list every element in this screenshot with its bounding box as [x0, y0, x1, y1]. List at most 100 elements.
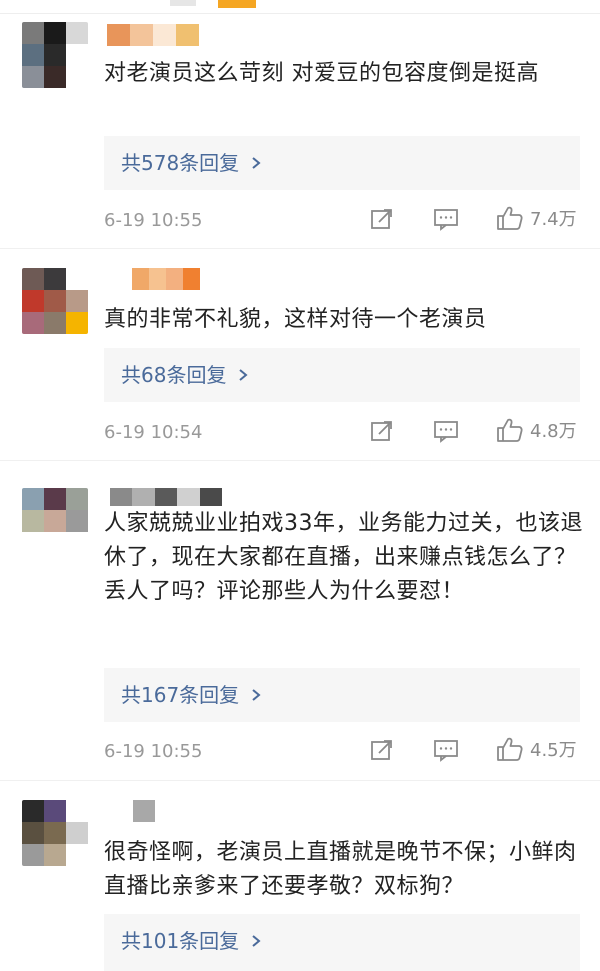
reply-count-label: 共101条回复	[121, 929, 240, 953]
comment-icon	[434, 421, 458, 443]
thumbs-up-icon	[497, 418, 523, 442]
avatar-mosaic-cell	[66, 312, 88, 334]
top-edge-fragment	[218, 0, 256, 8]
comment-button[interactable]	[433, 738, 459, 762]
username-mosaic-cell	[154, 488, 178, 506]
username-mosaic-cell	[132, 268, 149, 290]
username-mosaic-cell	[149, 268, 166, 290]
avatar-mosaic-cell	[44, 800, 66, 822]
avatar-mosaic-cell	[66, 290, 88, 312]
reply-box[interactable]: 共68条回复	[104, 348, 580, 402]
reply-count-label: 共578条回复	[121, 151, 240, 175]
username-mosaic-cell	[132, 488, 155, 506]
avatar-mosaic-cell	[44, 488, 66, 510]
comment-button[interactable]	[433, 207, 459, 231]
like-button[interactable]: 7.4万	[496, 205, 577, 231]
chevron-right-icon	[252, 935, 261, 947]
view-replies-link[interactable]: 共167条回复	[121, 682, 263, 708]
comment-text: 真的非常不礼貌，这样对待一个老演员	[104, 307, 487, 332]
avatar-mosaic-cell	[66, 844, 88, 866]
chevron-right-icon	[252, 689, 261, 701]
thumbs-up-icon	[497, 737, 523, 761]
reply-box[interactable]: 共167条回复	[104, 668, 580, 722]
avatar-mosaic-cell	[66, 510, 88, 532]
chevron-right-icon	[252, 157, 261, 169]
username-mosaic-cell	[199, 488, 223, 506]
avatar-mosaic-cell	[66, 822, 88, 844]
top-edge	[0, 0, 600, 14]
thumbs-up-icon	[497, 206, 523, 230]
avatar[interactable]	[22, 800, 88, 866]
share-icon	[371, 740, 392, 760]
view-replies-link[interactable]: 共101条回复	[121, 928, 263, 954]
divider	[0, 460, 600, 461]
like-count: 4.5万	[530, 740, 577, 761]
username-blurred[interactable]	[107, 24, 199, 46]
share-button[interactable]	[370, 419, 394, 443]
share-button[interactable]	[370, 207, 394, 231]
comment-text: 很奇怪啊，老演员上直播就是晚节不保；小鲜肉直播比亲爹来了还要孝敬？双标狗？	[104, 840, 577, 899]
chevron-right-icon	[239, 369, 249, 381]
comment-icon	[434, 209, 458, 231]
reply-count-label: 共167条回复	[121, 683, 240, 707]
avatar-mosaic-cell	[44, 44, 66, 66]
like-button[interactable]: 4.8万	[496, 417, 577, 443]
avatar-mosaic-cell	[44, 268, 66, 290]
avatar-mosaic-cell	[44, 532, 66, 554]
avatar-mosaic-cell	[66, 22, 88, 44]
avatar-mosaic-cell	[66, 268, 88, 290]
avatar-mosaic-cell	[22, 844, 44, 866]
reply-box[interactable]: 共578条回复	[104, 136, 580, 190]
avatar-mosaic-cell	[66, 488, 88, 510]
avatar[interactable]	[22, 268, 88, 334]
avatar-mosaic-cell	[66, 66, 88, 88]
username-mosaic-cell	[166, 268, 183, 290]
share-icon	[371, 209, 392, 229]
avatar-mosaic-cell	[22, 532, 44, 554]
username-mosaic-cell	[110, 488, 133, 506]
divider	[0, 13, 600, 14]
reply-count-label: 共68条回复	[121, 363, 227, 387]
username-blurred[interactable]	[133, 800, 155, 822]
username-mosaic-cell	[107, 24, 130, 46]
avatar-mosaic-cell	[66, 800, 88, 822]
comment-button[interactable]	[433, 419, 459, 443]
username-mosaic-cell	[133, 800, 155, 822]
avatar-mosaic-cell	[44, 510, 66, 532]
like-count: 7.4万	[530, 209, 577, 230]
timestamp: 6-19 10:54	[104, 422, 203, 443]
avatar-mosaic-cell	[44, 312, 66, 334]
avatar-mosaic-cell	[22, 510, 44, 532]
username-mosaic-cell	[177, 488, 200, 506]
top-edge-fragment	[170, 0, 196, 6]
like-count: 4.8万	[530, 421, 577, 442]
avatar-mosaic-cell	[44, 822, 66, 844]
comment-icon	[434, 740, 458, 762]
avatar-mosaic-cell	[22, 22, 44, 44]
divider	[0, 780, 600, 781]
username-mosaic-cell	[130, 24, 153, 46]
avatar-mosaic-cell	[44, 66, 66, 88]
avatar-mosaic-cell	[22, 488, 44, 510]
share-button[interactable]	[370, 738, 394, 762]
comment-text: 人家兢兢业业拍戏33年，业务能力过关，也该退休了，现在大家都在直播，出来赚点钱怎…	[104, 511, 583, 604]
view-replies-link[interactable]: 共578条回复	[121, 150, 263, 176]
timestamp: 6-19 10:55	[104, 210, 203, 231]
username-blurred[interactable]	[110, 488, 223, 506]
avatar-mosaic-cell	[44, 290, 66, 312]
avatar-mosaic-cell	[44, 844, 66, 866]
avatar-mosaic-cell	[22, 312, 44, 334]
avatar-mosaic-cell	[22, 44, 44, 66]
username-mosaic-cell	[153, 24, 176, 46]
divider	[0, 248, 600, 249]
username-blurred[interactable]	[132, 268, 200, 290]
avatar[interactable]	[22, 488, 88, 554]
like-button[interactable]: 4.5万	[496, 736, 577, 762]
avatar-mosaic-cell	[66, 44, 88, 66]
comment-text: 对老演员这么苛刻 对爱豆的包容度倒是挺高	[104, 61, 539, 86]
avatar[interactable]	[22, 22, 88, 88]
username-mosaic-cell	[183, 268, 200, 290]
avatar-mosaic-cell	[22, 66, 44, 88]
view-replies-link[interactable]: 共68条回复	[121, 362, 250, 388]
reply-box[interactable]: 共101条回复	[104, 914, 580, 971]
